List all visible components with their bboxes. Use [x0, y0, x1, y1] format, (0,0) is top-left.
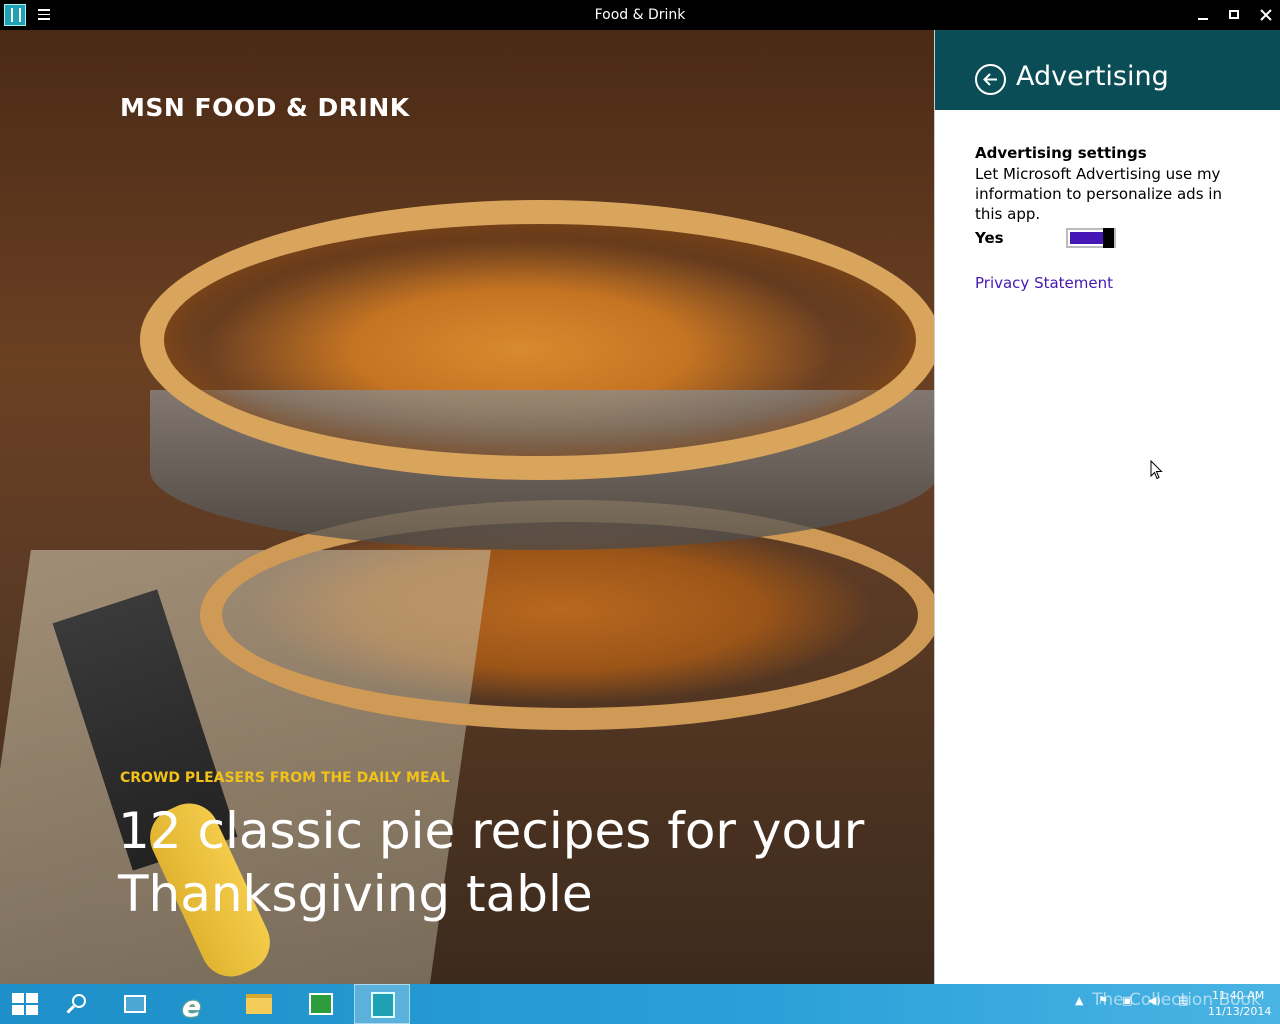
article-kicker: CROWD PLEASERS FROM THE DAILY MEAL — [120, 770, 450, 786]
window-title: Food & Drink — [594, 7, 686, 23]
toggle-knob — [1103, 228, 1114, 248]
headline-line-1: 12 classic pie recipes for your — [118, 802, 865, 860]
volume-icon[interactable]: ◀) — [1148, 994, 1161, 1007]
brand-title: MSN FOOD & DRINK — [120, 93, 410, 122]
store-icon — [309, 993, 333, 1015]
taskbar: e The Collection Book ▲ ⚑ ▣ ◀) ▤ 11:40 A… — [0, 984, 1280, 1024]
hero-article[interactable]: MSN FOOD & DRINK CROWD PLEASERS FROM THE… — [0, 30, 934, 984]
panel-header: Advertising — [935, 30, 1280, 110]
start-button[interactable] — [0, 984, 56, 1024]
advertising-settings-heading: Advertising settings — [975, 144, 1147, 162]
internet-explorer-button[interactable]: e — [168, 984, 224, 1024]
advertising-settings-description: Let Microsoft Advertising use my informa… — [975, 165, 1222, 223]
mouse-cursor-icon — [1150, 460, 1163, 480]
restore-button[interactable] — [1219, 0, 1250, 30]
search-button[interactable] — [52, 984, 108, 1024]
clock-date[interactable]: 11/13/2014 — [1208, 1005, 1271, 1018]
task-view-button[interactable] — [108, 984, 164, 1024]
headline-line-2: Thanksgiving table — [118, 865, 593, 923]
food-drink-icon — [371, 992, 395, 1018]
restore-icon — [1229, 10, 1239, 19]
internet-explorer-icon: e — [182, 990, 201, 1023]
privacy-statement-link[interactable]: Privacy Statement — [975, 274, 1113, 292]
search-icon-handle — [66, 1005, 75, 1014]
advertising-settings-panel: Advertising Advertising settings Let Mic… — [934, 30, 1280, 984]
personalized-ads-toggle[interactable] — [1066, 228, 1116, 248]
store-button[interactable] — [292, 984, 348, 1024]
toggle-state-label: Yes — [975, 229, 1004, 247]
system-tray: ▲ ⚑ ▣ ◀) ▤ — [1070, 994, 1200, 1014]
clock-time[interactable]: 11:40 AM — [1212, 989, 1264, 1002]
food-drink-taskbar-button[interactable] — [354, 984, 410, 1024]
article-headline[interactable]: 12 classic pie recipes for your Thanksgi… — [118, 800, 878, 926]
folder-icon — [246, 994, 272, 1014]
minimize-button[interactable] — [1188, 0, 1219, 30]
keyboard-icon[interactable]: ▤ — [1178, 994, 1188, 1007]
back-button[interactable] — [975, 64, 1006, 95]
back-arrow-icon — [983, 73, 997, 86]
file-explorer-button[interactable] — [230, 984, 286, 1024]
task-view-icon — [124, 995, 146, 1013]
close-button[interactable] — [1250, 0, 1280, 30]
tray-chevron-icon[interactable]: ▲ — [1075, 994, 1083, 1007]
title-bar: Food & Drink — [0, 0, 1280, 30]
network-icon[interactable]: ▣ — [1122, 994, 1132, 1007]
action-center-flag-icon[interactable]: ⚑ — [1098, 994, 1108, 1007]
toggle-fill — [1070, 232, 1104, 244]
close-icon — [1259, 9, 1272, 21]
hero-image-pie-upper — [140, 200, 934, 480]
panel-title: Advertising — [1016, 61, 1169, 92]
windows-start-icon — [12, 993, 38, 1015]
minimize-icon — [1198, 18, 1208, 20]
